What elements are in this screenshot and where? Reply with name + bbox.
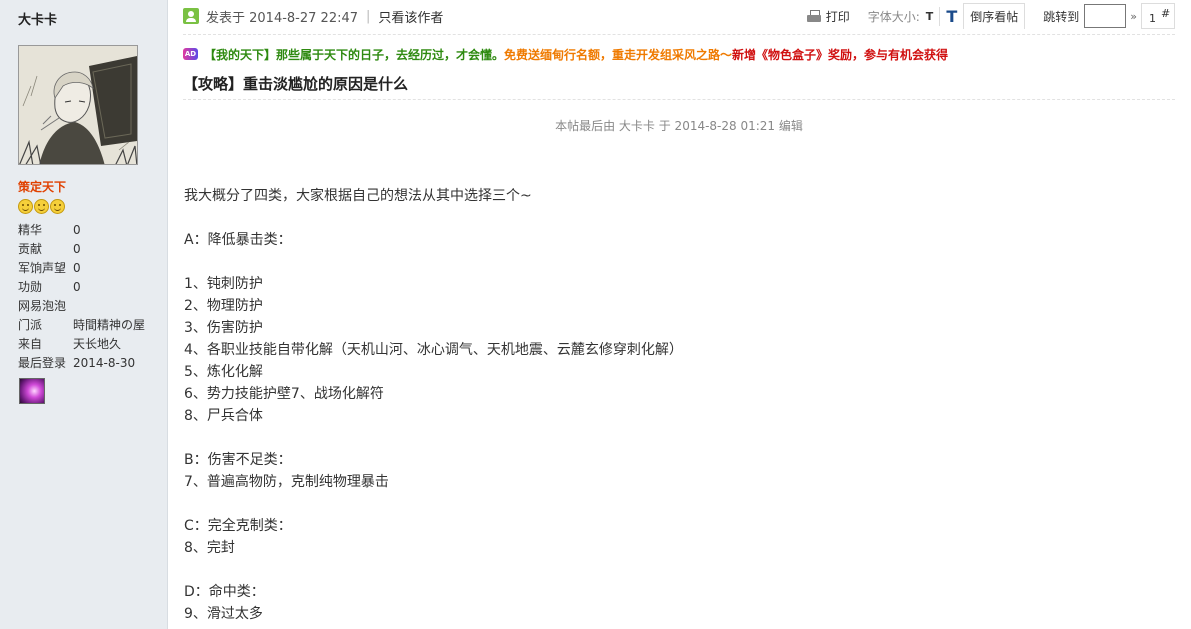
content-line	[184, 427, 1164, 449]
stat-label[interactable]: 网易泡泡	[18, 297, 73, 316]
user-stats: 精华 0 贡献 0 军饷声望 0 功勋 0 网易泡泡 门派 時間精神の屋 来自 天长地久 最…	[18, 221, 163, 373]
stat-value: 時間精神の屋	[73, 318, 146, 332]
stat-label: 来自	[18, 337, 43, 351]
stat-label: 门派	[18, 318, 43, 332]
user-sidebar: 大卡卡 策定天下 精华 0 贡献 0 军饷声望 0 功勋 0 网易泡泡 门派 時間精神の屋…	[0, 0, 168, 629]
content-line: 5、炼化化解	[184, 364, 263, 380]
floor-number: 1	[1149, 12, 1156, 25]
content-line: D：命中类：	[184, 584, 265, 600]
content-line: 3、伤害防护	[184, 320, 263, 336]
content-line: 1、钝刺防护	[184, 276, 263, 292]
username-link[interactable]: 大卡卡	[18, 9, 57, 28]
ad-text-orange[interactable]: 免费送缅甸行名额，重走开发组采风之路～	[504, 46, 732, 63]
content-line	[184, 559, 1164, 581]
stat-row: 网易泡泡	[18, 297, 163, 316]
content-line	[184, 493, 1164, 515]
content-line: 8、尸兵合体	[184, 408, 263, 424]
stat-label: 最后登录	[18, 356, 67, 370]
post-date: 发表于 2014-8-27 22:47	[206, 10, 359, 26]
stat-row: 最后登录 2014-8-30	[18, 354, 163, 373]
stat-label: 精华	[18, 223, 43, 237]
user-online-icon	[183, 8, 199, 24]
ad-badge-icon: AD	[183, 48, 198, 60]
stat-row: 功勋 0	[18, 278, 163, 297]
stat-value: 0	[73, 223, 81, 237]
ad-text-red[interactable]: 新增《物色盒子》奖励，参与有机会获得	[732, 46, 948, 63]
stat-label: 军饷声望	[18, 261, 67, 275]
smiley-icon	[50, 199, 65, 214]
content-line: 6、势力技能护壁7、战场化解符	[184, 386, 384, 402]
printer-icon	[806, 9, 821, 23]
ad-banner[interactable]: AD 【我的天下】那些属于天下的日子，去经历过，才会懂。 免费送缅甸行名额，重走…	[183, 46, 948, 62]
stat-value: 0	[73, 242, 81, 256]
divider	[183, 34, 1175, 35]
stat-value: 2014-8-30	[73, 356, 136, 370]
avatar[interactable]	[18, 45, 138, 165]
stat-value: 0	[73, 280, 81, 294]
smiley-icon	[34, 199, 49, 214]
rank-stars	[18, 199, 65, 214]
post-info: 发表于 2014-8-27 22:47 | 只看该作者	[183, 6, 443, 26]
stat-row: 军饷声望 0	[18, 259, 163, 278]
content-line: B：伤害不足类：	[184, 452, 292, 468]
content-line: 我大概分了四类，大家根据自己的想法从其中选择三个~	[184, 188, 532, 204]
medal-icon[interactable]	[19, 378, 45, 404]
stat-label: 功勋	[18, 280, 43, 294]
post-toolbar: 打印 字体大小: T T 倒序看帖 跳转到 » 1 #	[806, 3, 1175, 29]
avatar-image	[19, 46, 137, 164]
content-line: C：完全克制类：	[184, 518, 292, 534]
edit-note: 本帖最后由 大卡卡 于 2014-8-28 01:21 编辑	[555, 119, 803, 133]
post-title: 【攻略】重击淡尴尬的原因是什么	[183, 75, 409, 93]
content-line	[184, 207, 1164, 229]
stat-value: 0	[73, 261, 81, 275]
print-label: 打印	[825, 9, 850, 24]
stat-row: 门派 時間精神の屋	[18, 316, 163, 335]
stat-value: 天长地久	[73, 337, 122, 351]
separator: |	[366, 8, 371, 24]
ad-text-green[interactable]: 【我的天下】那些属于天下的日子，去经历过，才会懂。	[204, 46, 504, 63]
smiley-icon	[18, 199, 33, 214]
floor-hash: #	[1161, 7, 1171, 20]
jump-floor-input[interactable]	[1084, 4, 1127, 28]
author-only-link[interactable]: 只看该作者	[378, 7, 443, 26]
stat-row: 精华 0	[18, 221, 163, 240]
user-rank: 策定天下	[18, 180, 67, 194]
content-line: A：降低暴击类：	[184, 232, 292, 248]
post-content: 我大概分了四类，大家根据自己的想法从其中选择三个~ A：降低暴击类： 1、钝刺防…	[184, 185, 1164, 625]
print-button[interactable]: 打印	[806, 8, 850, 25]
content-line: 2、物理防护	[184, 298, 263, 314]
jump-label: 跳转到	[1043, 9, 1080, 24]
stat-row: 贡献 0	[18, 240, 163, 259]
content-line: 9、滑过太多	[184, 606, 263, 622]
font-large-button[interactable]: T	[939, 6, 957, 26]
font-size-label: 字体大小:	[867, 9, 920, 24]
floor-number-box[interactable]: 1 #	[1141, 3, 1175, 29]
content-line: 8、完封	[184, 540, 235, 556]
divider	[183, 99, 1175, 100]
content-line: 4、各职业技能自带化解（天机山河、冰心调气、天机地震、云麓玄修穿刺化解）	[184, 342, 683, 358]
reverse-order-button[interactable]: 倒序看帖	[963, 3, 1026, 29]
stat-row: 来自 天长地久	[18, 335, 163, 354]
content-line	[184, 251, 1164, 273]
stat-label: 贡献	[18, 242, 43, 256]
content-line: 7、普遍高物防，克制纯物理暴击	[184, 474, 389, 490]
font-small-button[interactable]: T	[926, 10, 934, 23]
jump-arrow[interactable]: »	[1130, 10, 1137, 23]
post-main: 发表于 2014-8-27 22:47 | 只看该作者 打印 字体大小: T T…	[183, 0, 1175, 629]
